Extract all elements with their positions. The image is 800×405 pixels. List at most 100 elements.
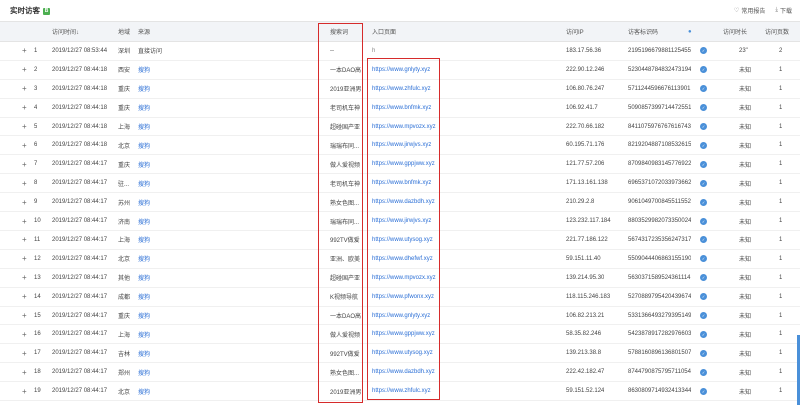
row-source[interactable]: 搜狗: [138, 99, 150, 117]
row-landing[interactable]: https://www.gnlyty.xyz: [372, 307, 430, 325]
row-landing[interactable]: https://www.gppjww.xyz: [372, 155, 435, 173]
row-landing[interactable]: https://www.zhfulc.xyz: [372, 382, 431, 400]
row-duration: 未知: [739, 125, 752, 132]
table-row[interactable]: +14 2019/12/27 08:44:17 成都 搜狗 K视频导航 https://w…: [0, 288, 800, 307]
row-source[interactable]: 搜狗: [138, 137, 150, 155]
row-landing[interactable]: https://www.dazbdh.xyz: [372, 193, 435, 211]
row-landing[interactable]: https://www.jirwjvs.xyz: [372, 212, 431, 230]
row-source[interactable]: 搜狗: [138, 61, 150, 79]
row-landing[interactable]: https://www.jirwjvs.xyz: [372, 137, 431, 155]
row-landing[interactable]: https://www.bnfmk.xyz: [372, 99, 431, 117]
table-row[interactable]: +8 2019/12/27 08:44:17 驻... 搜狗 老司机车神 https://…: [0, 174, 800, 194]
expand-icon[interactable]: +: [22, 193, 27, 211]
row-source[interactable]: 搜狗: [138, 401, 150, 405]
row-landing[interactable]: https://www.dhefwf.xyz: [372, 250, 433, 268]
table-row[interactable]: +15 2019/12/27 08:44:17 重庆 搜狗 一本DAO高 https://…: [0, 307, 800, 326]
row-source[interactable]: 搜狗: [138, 269, 150, 287]
col-duration: 访问时长: [723, 30, 748, 36]
expand-icon[interactable]: +: [22, 137, 27, 155]
table-row[interactable]: +11 2019/12/27 08:44:17 上海 搜狗 992TV做爱 https:/…: [0, 231, 800, 250]
row-source[interactable]: 搜狗: [138, 363, 150, 381]
expand-icon[interactable]: +: [22, 382, 27, 400]
expand-icon[interactable]: +: [22, 326, 27, 344]
table-row[interactable]: +5 2019/12/27 08:44:18 上海 搜狗 超碰国产亚 https://ww…: [0, 118, 800, 137]
table-row[interactable]: +20 2019/12/27 08:44:17 绵阳 搜狗 K视频导航 https://w…: [0, 401, 800, 405]
expand-icon[interactable]: +: [22, 42, 27, 60]
table-row[interactable]: +3 2019/12/27 08:44:18 重庆 搜狗 2019亚洲男 https://…: [0, 80, 800, 99]
expand-icon[interactable]: +: [22, 231, 27, 249]
row-source[interactable]: 搜狗: [138, 307, 150, 325]
row-source[interactable]: 搜狗: [138, 231, 150, 249]
expand-icon[interactable]: +: [22, 363, 27, 381]
expand-icon[interactable]: +: [22, 80, 27, 98]
expand-icon[interactable]: +: [22, 269, 27, 287]
table-row[interactable]: +1 2019/12/27 08:53:44 深圳 直接访问 -- h 183.17.56.…: [0, 42, 800, 61]
download-button[interactable]: ⤓ 下载: [775, 6, 792, 15]
row-landing[interactable]: https://www.mpvozx.xyz: [372, 118, 436, 136]
row-source[interactable]: 搜狗: [138, 118, 150, 136]
row-source[interactable]: 搜狗: [138, 193, 150, 211]
row-source[interactable]: 搜狗: [138, 288, 150, 306]
table-row[interactable]: +16 2019/12/27 08:44:17 上海 搜狗 做人爱视频 https://w…: [0, 326, 800, 345]
table-row[interactable]: +10 2019/12/27 08:44:17 济南 搜狗 瑞瑞布同... https:/…: [0, 212, 800, 231]
row-source[interactable]: 搜狗: [138, 155, 150, 173]
table-row[interactable]: +17 2019/12/27 08:44:17 吉林 搜狗 992TV做爱 https:/…: [0, 344, 800, 364]
row-index: 20: [34, 401, 41, 405]
row-landing[interactable]: h: [372, 42, 375, 60]
download-icon: ⤓: [775, 7, 778, 13]
table-row[interactable]: +12 2019/12/27 08:44:17 北京 搜狗 亚洲、欧美 https://w…: [0, 250, 800, 269]
row-landing[interactable]: https://www.pfwonx.xyz: [372, 288, 434, 306]
row-landing[interactable]: https://www.utysog.xyz: [372, 231, 433, 249]
table-row[interactable]: +7 2019/12/27 08:44:17 重庆 搜狗 做人爱视频 https://ww…: [0, 155, 800, 175]
check-badge-icon: ✓: [700, 85, 707, 93]
check-badge-icon: ✓: [700, 66, 707, 74]
row-landing[interactable]: https://www.gnlyty.xyz: [372, 61, 430, 79]
expand-icon[interactable]: +: [22, 61, 27, 79]
row-ip: 171.13.161.138: [566, 180, 608, 187]
expand-icon[interactable]: +: [22, 212, 27, 230]
row-visitor-id: 5788160896136801507: [628, 350, 692, 357]
row-source[interactable]: 搜狗: [138, 174, 150, 192]
expand-icon[interactable]: +: [22, 118, 27, 136]
expand-icon[interactable]: +: [22, 250, 27, 268]
row-keyword: 亚洲、欧美: [330, 257, 361, 264]
row-keyword: 瑞瑞布同...: [330, 143, 360, 150]
row-source[interactable]: 搜狗: [138, 80, 150, 98]
expand-icon[interactable]: +: [22, 288, 27, 306]
row-visitor-id: 9061049700845511552: [628, 199, 691, 206]
table-row[interactable]: +18 2019/12/27 08:44:17 郑州 搜狗 熟女色图... https:/…: [0, 363, 800, 383]
row-landing[interactable]: https://www.mpvozx.xyz: [372, 269, 436, 287]
common-report-button[interactable]: ♡ 常用报告: [734, 6, 765, 15]
table-row[interactable]: +4 2019/12/27 08:44:18 重庆 搜狗 老司机车神 https://ww…: [0, 99, 800, 118]
row-source[interactable]: 搜狗: [138, 326, 150, 344]
help-icon[interactable]: ●: [688, 22, 692, 41]
row-ip: 118.115.246.183: [566, 293, 611, 300]
table-row[interactable]: +13 2019/12/27 08:44:17 其他 搜狗 超碰国产亚 https://w…: [0, 269, 800, 288]
table-row[interactable]: +19 2019/12/27 08:44:17 北京 搜狗 2019亚洲男 https:/…: [0, 382, 800, 402]
verified-icon: ✓: [700, 344, 707, 362]
expand-icon[interactable]: +: [22, 99, 27, 117]
row-source[interactable]: 搜狗: [138, 212, 150, 230]
expand-icon[interactable]: +: [22, 155, 27, 173]
table-row[interactable]: +9 2019/12/27 08:44:17 苏州 搜狗 熟女色图... https://…: [0, 193, 800, 213]
row-landing[interactable]: https://www.pfwonx.xyz: [372, 401, 434, 405]
row-landing[interactable]: https://www.gppjww.xyz: [372, 326, 435, 344]
row-time: 2019/12/27 08:44:17: [52, 312, 108, 319]
row-landing[interactable]: https://www.dazbdh.xyz: [372, 363, 435, 381]
row-source[interactable]: 搜狗: [138, 382, 150, 400]
row-source[interactable]: 搜狗: [138, 250, 150, 268]
table-row[interactable]: +6 2019/12/27 08:44:18 北京 搜狗 瑞瑞布同... https://…: [0, 137, 800, 156]
expand-icon[interactable]: +: [22, 174, 27, 192]
expand-icon[interactable]: +: [22, 344, 27, 362]
check-badge-icon: ✓: [700, 217, 707, 225]
col-time[interactable]: 访问时间↓: [52, 22, 79, 41]
row-landing[interactable]: https://www.utysog.xyz: [372, 344, 433, 362]
expand-icon[interactable]: +: [22, 401, 27, 405]
verified-icon: ✓: [700, 212, 707, 230]
table-row[interactable]: +2 2019/12/27 08:44:18 西安 搜狗 一本DAO高 https://w…: [0, 61, 800, 80]
row-source[interactable]: 搜狗: [138, 344, 150, 362]
row-landing[interactable]: https://www.bnfmk.xyz: [372, 174, 431, 192]
row-landing[interactable]: https://www.zhfulc.xyz: [372, 80, 431, 98]
row-region: 驻...: [118, 181, 130, 188]
expand-icon[interactable]: +: [22, 307, 27, 325]
